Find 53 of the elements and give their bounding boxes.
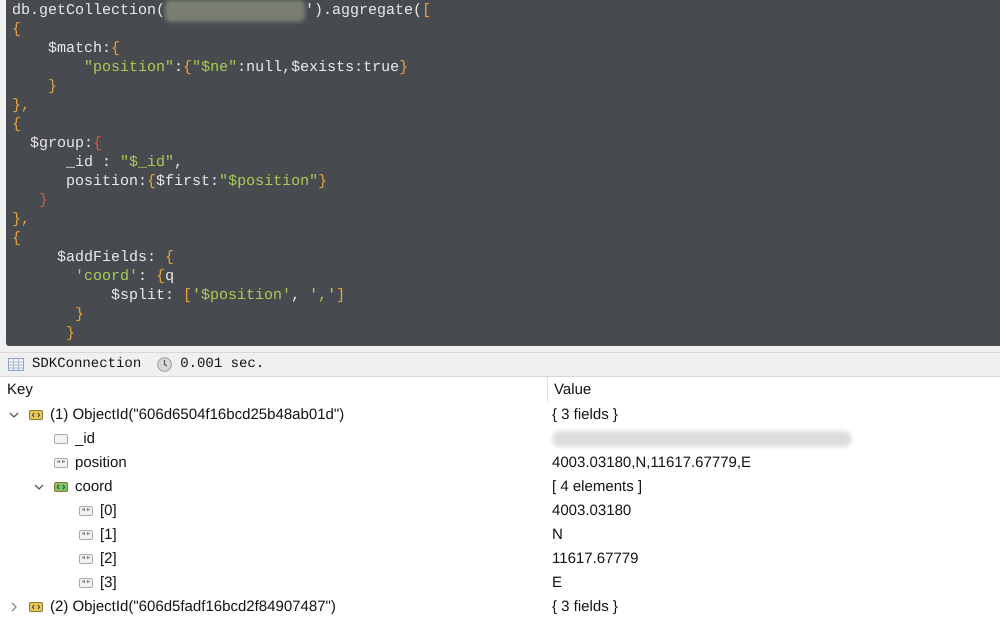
code-line: $group:{ <box>29 134 104 153</box>
code-line: } <box>65 324 76 343</box>
code-line: } <box>74 305 86 324</box>
field-icon <box>54 434 68 444</box>
code-line: } <box>38 191 50 210</box>
key-text: _id <box>75 428 96 449</box>
code-line: $match:{ <box>47 39 122 58</box>
collapse-icon[interactable] <box>9 410 19 420</box>
code-line: position:{$first:"$position"} <box>65 172 328 191</box>
code-line: db.getCollection( ').aggregate([ <box>12 1 1000 20</box>
code-line: }, <box>12 96 32 115</box>
string-icon <box>79 554 93 564</box>
value-text: E <box>552 572 562 593</box>
key-text: [1] <box>100 524 117 545</box>
code-line: { <box>12 229 22 248</box>
clock-icon <box>157 356 172 372</box>
value-text: { 3 fields } <box>552 596 618 617</box>
code-line: "position":{"$ne":null,$exists:true} <box>83 58 410 77</box>
code-line: 'coord': {q <box>74 267 176 286</box>
string-icon <box>79 530 93 540</box>
code-line: { <box>12 20 22 39</box>
collapse-icon[interactable] <box>34 482 44 492</box>
value-text: 11617.67779 <box>552 548 638 569</box>
key-text: [2] <box>100 548 117 569</box>
key-text: position <box>75 452 127 473</box>
key-text: [3] <box>100 572 117 593</box>
value-text: 4003.03180 <box>552 500 632 521</box>
connection-name: SDKConnection <box>32 354 142 374</box>
code-line: } <box>47 77 58 96</box>
column-header[interactable]: Key <box>0 376 548 403</box>
string-icon <box>54 458 68 468</box>
document-icon <box>29 410 43 420</box>
key-text: (2) ObjectId("606d5fadf16bcd2f84907487") <box>50 596 336 617</box>
code-line: $addFields: { <box>56 248 176 267</box>
value-text: 4003.03180,N,11617.67779,E <box>552 452 752 473</box>
string-icon <box>79 578 93 588</box>
array-icon <box>54 482 68 492</box>
code-line: }, <box>12 210 32 229</box>
code-line: _id : "$_id", <box>65 153 184 172</box>
document-icon <box>29 602 43 612</box>
table-icon <box>8 358 24 371</box>
value-text: [ 4 elements ] <box>552 476 642 497</box>
key-text: coord <box>75 476 113 497</box>
value-text: N <box>552 524 563 545</box>
key-text: (1) ObjectId("606d6504f16bcd25b48ab01d") <box>50 404 344 425</box>
code-line: { <box>12 115 22 134</box>
string-icon <box>79 506 93 516</box>
value-text: { 3 fields } <box>552 404 618 425</box>
query-time: 0.001 sec. <box>180 354 264 374</box>
code-line: $split: ['$position', ','] <box>110 286 346 305</box>
expand-icon[interactable] <box>9 602 19 612</box>
key-text: [0] <box>100 500 117 521</box>
column-header[interactable]: Value <box>548 376 1000 403</box>
